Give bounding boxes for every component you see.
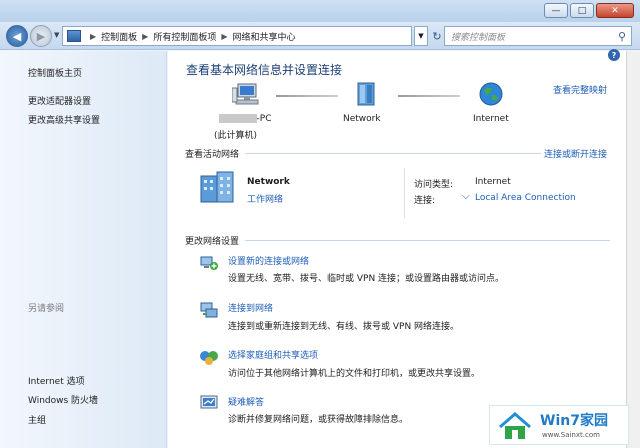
search-icon[interactable]: ⚲ [618, 30, 626, 43]
connect-to-network-link[interactable]: 连接到网络 [228, 301, 273, 314]
maximize-button[interactable]: □ [570, 3, 594, 18]
sidebar-item-adapter-settings[interactable]: 更改适配器设置 [28, 94, 91, 107]
watermark-url: www.Sainxt.com [542, 431, 600, 439]
minimize-button[interactable]: — [544, 3, 568, 18]
this-computer-name: -PC [205, 114, 285, 124]
map-link-line [276, 95, 338, 97]
breadcrumb-all-items[interactable]: 所有控制面板项 [153, 30, 216, 43]
map-network-label: Network [343, 114, 381, 124]
window-controls: — □ ✕ [544, 3, 634, 18]
help-icon[interactable]: ? [608, 49, 620, 61]
section-divider [245, 240, 610, 241]
site-watermark: Win7家园 www.Sainxt.com [489, 405, 629, 445]
see-full-map-link[interactable]: 查看完整映射 [553, 83, 607, 96]
address-dropdown-button[interactable]: ▼ [414, 26, 428, 46]
this-computer-caption: (此计算机) [214, 131, 258, 141]
homegroup-icon [200, 351, 218, 365]
search-placeholder: 搜索控制面板 [451, 32, 506, 43]
local-area-connection-link[interactable]: Local Area Connection [475, 193, 576, 203]
address-bar[interactable]: ▶ 控制面板 ▶ 所有控制面板项 ▶ 网络和共享中心 [62, 26, 412, 46]
window-titlebar: — □ ✕ [0, 0, 640, 22]
search-input[interactable]: 搜索控制面板 ⚲ [444, 26, 632, 46]
page-title: 查看基本网络信息并设置连接 [186, 63, 343, 77]
computer-icon[interactable] [232, 82, 262, 108]
homegroup-sharing-desc: 访问位于其他网络计算机上的文件和打印机，或更改共享设置。 [228, 369, 481, 379]
sidebar-home-link[interactable]: 控制面板主页 [28, 66, 82, 79]
redacted-computer-name [218, 114, 257, 123]
troubleshoot-icon [200, 395, 218, 409]
see-also-windows-firewall[interactable]: Windows 防火墙 [28, 393, 98, 406]
active-network-name: Network [247, 177, 290, 187]
connections-label: 连接: [414, 196, 436, 206]
see-also-homegroup[interactable]: 主组 [28, 413, 46, 426]
setup-new-connection-link[interactable]: 设置新的连接或网络 [228, 254, 309, 267]
setup-new-connection-desc: 设置无线、宽带、拨号、临时或 VPN 连接；或设置路由器或访问点。 [228, 274, 505, 284]
refresh-icon[interactable]: ↻ [430, 26, 444, 46]
active-networks-heading: 查看活动网络 [185, 150, 240, 160]
section-divider [245, 153, 541, 154]
map-internet-label: Internet [473, 114, 509, 124]
access-type-value: Internet [475, 177, 511, 187]
change-settings-heading: 更改网络设置 [185, 237, 240, 247]
forward-button[interactable]: ▶ [30, 25, 52, 47]
troubleshoot-link[interactable]: 疑难解答 [228, 395, 264, 408]
win7home-logo-icon [499, 412, 531, 439]
ethernet-icon: ⌵ [462, 191, 470, 202]
sidebar-item-advanced-sharing[interactable]: 更改高级共享设置 [28, 113, 100, 126]
new-connection-icon [200, 256, 218, 270]
connect-to-network-icon [200, 302, 218, 318]
chevron-right-icon[interactable]: ▶ [90, 32, 96, 41]
troubleshoot-desc: 诊断并修复网络问题，或获得故障排除信息。 [228, 415, 409, 425]
chevron-right-icon[interactable]: ▶ [142, 32, 148, 41]
back-button[interactable]: ◀ [6, 25, 28, 47]
homegroup-sharing-link[interactable]: 选择家庭组和共享选项 [228, 348, 318, 361]
map-link-line [398, 95, 460, 97]
connect-to-network-desc: 连接到或重新连接到无线、有线、拨号或 VPN 网络连接。 [228, 322, 460, 332]
network-type-link[interactable]: 工作网络 [247, 192, 283, 205]
network-icon[interactable] [354, 82, 378, 108]
address-toolbar: ◀ ▶ ▼ ▶ 控制面板 ▶ 所有控制面板项 ▶ 网络和共享中心 ▼ ↻ 搜索控… [0, 22, 640, 50]
task-pane [0, 51, 167, 448]
internet-globe-icon[interactable] [478, 81, 504, 107]
close-button[interactable]: ✕ [596, 3, 634, 18]
breadcrumb-network-center[interactable]: 网络和共享中心 [233, 30, 296, 43]
control-panel-icon [67, 30, 81, 42]
see-also-internet-options[interactable]: Internet 选项 [28, 374, 85, 387]
vertical-scrollbar[interactable] [626, 51, 640, 448]
see-also-heading: 另请参阅 [28, 304, 65, 314]
recent-pages-dropdown[interactable]: ▼ [54, 31, 59, 39]
main-content [168, 51, 626, 448]
access-type-label: 访问类型: [414, 180, 454, 190]
chevron-right-icon[interactable]: ▶ [221, 32, 227, 41]
watermark-brand: Win7家园 [540, 413, 608, 429]
connect-disconnect-link[interactable]: 连接或断开连接 [544, 147, 607, 160]
network-building-icon [200, 171, 234, 203]
breadcrumb-control-panel[interactable]: 控制面板 [101, 30, 137, 43]
vertical-divider [404, 168, 405, 218]
